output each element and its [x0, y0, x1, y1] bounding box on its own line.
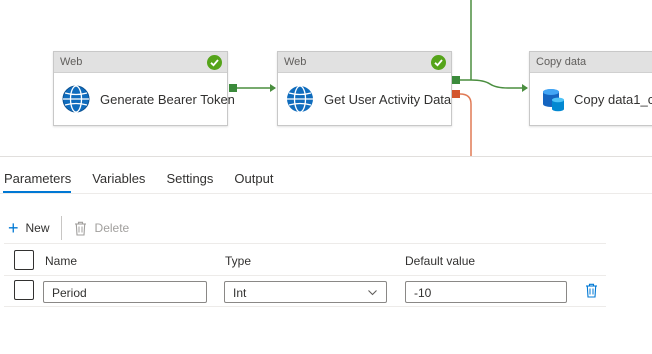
web-globe-icon [62, 85, 90, 113]
tab-settings[interactable]: Settings [162, 167, 217, 193]
parameter-name-value: Period [52, 286, 87, 300]
activity-type-label: Copy data [536, 56, 587, 68]
success-output-port[interactable] [452, 76, 460, 84]
activity-name: Get User Activity Data [324, 91, 452, 107]
delete-parameter-button[interactable]: Delete [74, 221, 130, 236]
activity-name: Copy data1_co [574, 91, 652, 107]
parameter-default-value: -10 [414, 286, 432, 300]
parameters-toolbar: + New Delete [8, 216, 129, 240]
plus-icon: + [8, 218, 19, 238]
new-button-label: New [25, 221, 50, 235]
properties-panel: Parameters Variables Settings Output + N… [0, 156, 652, 354]
activity-generate-bearer-token[interactable]: Web Generate Bearer Token [53, 51, 235, 126]
parameter-type-value: Int [233, 286, 247, 300]
new-parameter-button[interactable]: + New [8, 219, 50, 237]
delete-button-label: Delete [94, 221, 130, 235]
column-header-name: Name [45, 254, 78, 268]
column-header-type: Type [225, 254, 252, 268]
success-check-icon [207, 55, 222, 70]
success-output-port[interactable] [229, 84, 237, 92]
column-header-default-value: Default value [405, 254, 476, 268]
activity-type-header: Web [278, 52, 451, 73]
tab-output[interactable]: Output [230, 167, 277, 193]
activity-type-label: Web [284, 56, 307, 68]
copy-data-icon [543, 89, 564, 112]
tab-parameters[interactable]: Parameters [0, 167, 75, 193]
trash-icon [74, 221, 86, 236]
activity-type-header: Web [54, 52, 227, 73]
table-row: Period Int -10 [4, 276, 606, 307]
activity-type-label: Web [60, 56, 83, 68]
parameters-grid: Name Type Default value Period Int -10 [4, 243, 606, 307]
tabs-divider [0, 193, 652, 194]
activity-copy-data[interactable]: Copy data Copy data1_co [529, 51, 652, 126]
failure-output-port[interactable] [452, 90, 460, 98]
row-select-checkbox[interactable] [14, 280, 34, 300]
select-all-checkbox[interactable] [14, 250, 34, 270]
parameter-default-value-input[interactable]: -10 [405, 281, 567, 303]
tab-variables[interactable]: Variables [88, 167, 149, 193]
pipeline-canvas[interactable]: Web Generate Bearer Token Web Get User A… [0, 0, 652, 156]
web-globe-icon [287, 85, 313, 113]
success-check-icon [431, 55, 446, 70]
activity-name: Generate Bearer Token [100, 91, 235, 107]
activity-type-header: Copy data [530, 52, 652, 73]
panel-tabs: Parameters Variables Settings Output [0, 167, 290, 193]
activity-get-user-activity-data[interactable]: Web Get User Activity Data [277, 51, 452, 126]
delete-row-trash-icon[interactable] [585, 283, 598, 298]
parameter-type-dropdown[interactable]: Int [224, 281, 387, 303]
parameter-name-input[interactable]: Period [43, 281, 207, 303]
toolbar-divider [60, 216, 62, 240]
grid-header: Name Type Default value [4, 243, 606, 276]
chevron-down-icon [368, 290, 377, 296]
